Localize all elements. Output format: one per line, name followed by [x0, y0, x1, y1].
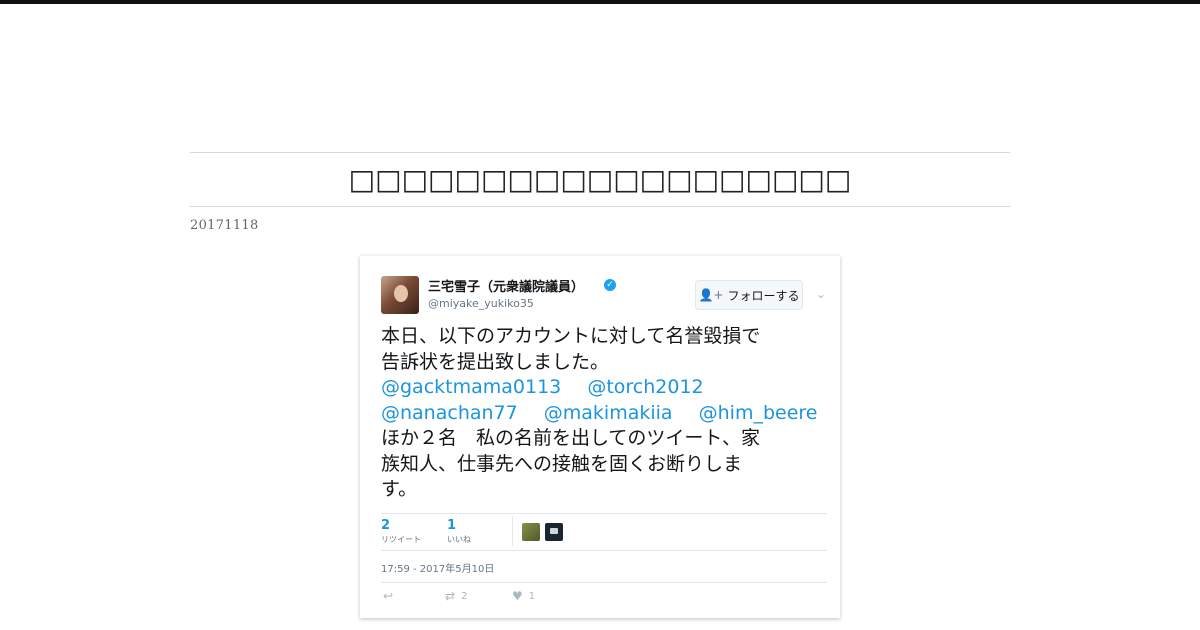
- divider: [381, 513, 827, 514]
- chevron-down-icon[interactable]: ⌄: [816, 287, 826, 301]
- title-rule-top: [190, 152, 1010, 153]
- tweet-text-line: す。: [381, 478, 418, 500]
- divider: [381, 582, 827, 583]
- tweet-text-line: 告訴状を提出致しました。: [381, 350, 610, 373]
- follow-button-label: フォローする: [727, 288, 800, 303]
- like-count-label: いいね: [447, 535, 471, 544]
- tweet-actions: ↩ ⇄ 2 ♥ 1: [381, 589, 681, 605]
- divider: [381, 550, 827, 551]
- person-add-icon: 👤+: [698, 288, 724, 302]
- like-action-count: 1: [528, 590, 536, 602]
- tweet-text-line: 族知人、仕事先への接触を固くお断りしま: [381, 452, 743, 475]
- follow-button[interactable]: 👤+ フォローする: [695, 280, 803, 310]
- retweet-count-label: リツイート: [381, 535, 421, 544]
- liker-avatar[interactable]: [522, 523, 540, 541]
- liker-avatar[interactable]: [545, 523, 563, 541]
- post-date: 20171118: [190, 218, 259, 233]
- reply-icon: ↩: [383, 589, 394, 603]
- display-name[interactable]: 三宅雪子（元衆議院議員）: [428, 276, 584, 295]
- retweet-action-count: 2: [461, 590, 468, 602]
- tweet-text-line: 本日、以下のアカウントに対して名誉毀損で: [381, 325, 761, 347]
- mention-link[interactable]: @torch2012: [587, 376, 703, 398]
- avatar-face: [394, 285, 408, 302]
- retweet-icon: ⇄: [445, 589, 456, 603]
- retweet-count-stat[interactable]: 2 リツイート: [381, 518, 421, 545]
- like-button[interactable]: ♥ 1: [512, 589, 535, 603]
- like-count: 1: [447, 518, 457, 533]
- verified-badge-icon: ✓: [604, 279, 616, 291]
- mentions-line: @nanachan77 @makimakiia @him_beere: [381, 401, 831, 427]
- embedded-tweet-screenshot: 三宅雪子（元衆議院議員） ✓ @miyake_yukiko35 👤+ フォローす…: [360, 256, 840, 618]
- retweet-count: 2: [381, 518, 391, 533]
- title-rule-bottom: [190, 206, 1010, 207]
- mention-link[interactable]: @him_beere: [699, 402, 818, 424]
- avatar[interactable]: [381, 276, 419, 314]
- tweet-text-line: ほか２名 私の名前を出してのツイート、家: [381, 427, 761, 449]
- mention-link[interactable]: @gacktmama0113: [381, 376, 561, 398]
- page-title: □□□□□□□□□□□□□□□□□□□: [348, 163, 852, 196]
- like-count-stat[interactable]: 1 いいね: [447, 518, 471, 545]
- user-handle[interactable]: @miyake_yukiko35: [428, 297, 534, 310]
- heart-icon: ♥: [512, 589, 523, 603]
- mention-link[interactable]: @makimakiia: [544, 402, 673, 424]
- reply-button[interactable]: ↩: [383, 589, 393, 603]
- tweet-timestamp[interactable]: 17:59 - 2017年5月10日: [381, 560, 494, 575]
- retweet-button[interactable]: ⇄ 2: [445, 589, 467, 603]
- mentions-line: @gacktmama0113 @torch2012: [381, 375, 831, 401]
- tweet-body: 本日、以下のアカウントに対して名誉毀損で 告訴状を提出致しました。 @gackt…: [381, 324, 831, 503]
- stats-divider: [512, 516, 513, 546]
- top-bar: [0, 0, 1200, 4]
- mention-link[interactable]: @nanachan77: [381, 402, 518, 424]
